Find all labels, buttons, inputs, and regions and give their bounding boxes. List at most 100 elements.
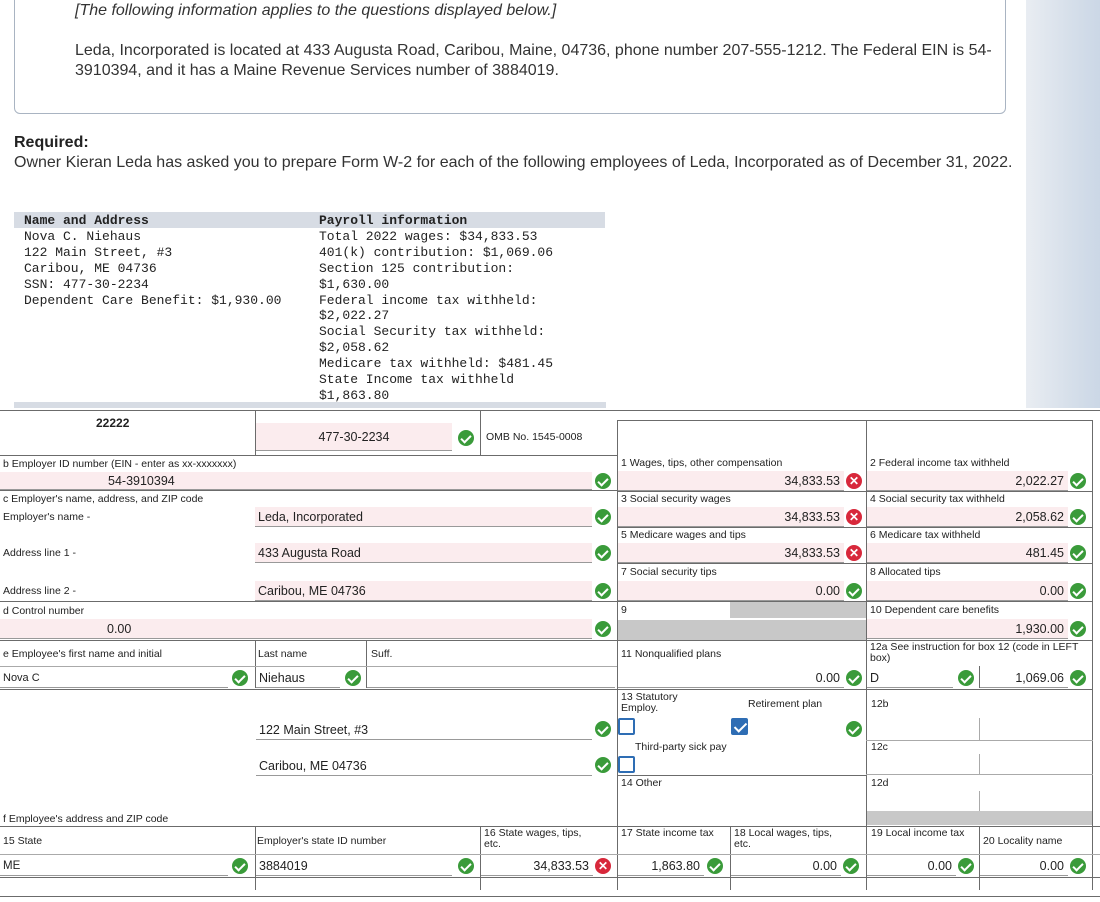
name-line: 122 Main Street, #3	[24, 244, 173, 260]
ssn-field[interactable]: 477-30-2234	[256, 423, 452, 451]
control-number-field[interactable]: 0.00	[0, 619, 592, 639]
box18-field[interactable]: 0.00	[731, 856, 841, 876]
box20-label: 20 Locality name	[983, 835, 1063, 847]
box12a-code-value: D	[870, 670, 880, 685]
divider	[0, 854, 1100, 855]
box12a-code-field[interactable]: D	[867, 668, 953, 688]
incorrect-icon: ✕	[846, 473, 862, 489]
box20-value: 0.00	[1039, 858, 1064, 873]
correct-icon	[958, 858, 974, 874]
divider	[979, 791, 980, 811]
payroll-line: Medicare tax withheld: $481.45	[319, 356, 554, 372]
divider	[0, 490, 617, 491]
statutory-employee-checkbox[interactable]	[618, 718, 635, 735]
box20-field[interactable]: 0.00	[980, 856, 1068, 876]
employee-address1-field[interactable]: 122 Main Street, #3	[256, 720, 592, 740]
box11-field[interactable]: 0.00	[618, 668, 844, 688]
box4-value: 2,058.62	[1015, 509, 1064, 524]
divider	[617, 491, 867, 492]
third-party-sick-pay-checkbox[interactable]	[618, 756, 635, 773]
retirement-plan-checkbox[interactable]	[731, 718, 748, 735]
box17-label: 17 State income tax	[621, 827, 714, 839]
required-text: Owner Kieran Leda has asked you to prepa…	[14, 154, 1013, 171]
employee-address2-value: Caribou, ME 04736	[259, 758, 367, 773]
suffix-field[interactable]	[367, 668, 615, 688]
box10-label: 10 Dependent care benefits	[870, 604, 1000, 616]
box3-value: 34,833.53	[784, 509, 840, 524]
box15-label: 15 State	[3, 835, 43, 847]
name-address-header: Name and Address	[24, 213, 149, 228]
box12a-amount-field[interactable]: 1,069.06	[980, 668, 1068, 688]
divider	[866, 740, 1093, 741]
info-box: [The following information applies to th…	[14, 0, 1006, 114]
first-name-field[interactable]: Nova C	[0, 668, 228, 688]
address-line2-label: Address line 2 -	[3, 585, 76, 597]
payroll-line: Section 125 contribution:	[319, 260, 515, 276]
info-note: [The following information applies to th…	[75, 2, 557, 19]
box19-field[interactable]: 0.00	[867, 856, 956, 876]
company-info: Leda, Incorporated is located at 433 Aug…	[75, 42, 992, 79]
correct-icon	[843, 858, 859, 874]
state-id-field[interactable]: 3884019	[256, 856, 452, 876]
last-name-field[interactable]: Niehaus	[256, 668, 340, 688]
box9-shaded	[730, 602, 866, 618]
address-line2-field[interactable]: Caribou, ME 04736	[255, 581, 592, 601]
box3-field[interactable]: 34,833.53	[618, 507, 844, 527]
ein-field[interactable]: 54-3910394	[0, 472, 592, 490]
box8-field[interactable]: 0.00	[867, 581, 1068, 601]
address-line1-value: 433 Augusta Road	[258, 545, 361, 560]
box17-field[interactable]: 1,863.80	[618, 856, 704, 876]
box4-field[interactable]: 2,058.62	[867, 507, 1068, 527]
box9-shaded	[618, 620, 866, 640]
correct-icon	[707, 858, 723, 874]
state-field[interactable]: ME	[0, 856, 228, 876]
box2-field[interactable]: 2,022.27	[867, 471, 1068, 491]
payroll-line: State Income tax withheld	[319, 372, 515, 388]
box7-field[interactable]: 0.00	[618, 581, 844, 601]
divider	[866, 563, 1093, 564]
box1-field[interactable]: 34,833.53	[618, 471, 844, 491]
box8-value: 0.00	[1039, 583, 1064, 598]
correct-icon	[846, 721, 862, 737]
retirement-plan-label: Retirement plan	[748, 698, 823, 710]
first-name-value: Nova C	[3, 671, 40, 684]
box1-label: 1 Wages, tips, other compensation	[621, 457, 783, 469]
employer-name-field[interactable]: Leda, Incorporated	[255, 507, 592, 527]
incorrect-icon: ✕	[846, 545, 862, 561]
box2-label: 2 Federal income tax withheld	[870, 457, 1010, 469]
box-c-label: c Employer's name, address, and ZIP code	[3, 493, 204, 505]
divider	[617, 420, 1093, 421]
box10-field[interactable]: 1,930.00	[867, 619, 1068, 639]
box16-field[interactable]: 34,833.53	[481, 856, 593, 876]
name-line: Nova C. Niehaus	[24, 228, 142, 244]
address-line2-value: Caribou, ME 04736	[258, 583, 366, 598]
box5-field[interactable]: 34,833.53	[618, 543, 844, 563]
box5-label: 5 Medicare wages and tips	[621, 529, 746, 541]
divider	[866, 601, 1093, 602]
divider	[979, 754, 980, 774]
correct-icon	[345, 670, 361, 686]
last-name-label: Last name	[258, 648, 308, 660]
name-address-column: Name and Address Nova C. Niehaus 122 Mai…	[24, 213, 314, 308]
divider	[617, 775, 867, 776]
divider	[866, 527, 1093, 528]
box8-label: 8 Allocated tips	[870, 566, 941, 578]
divider	[617, 527, 867, 528]
correct-icon	[958, 670, 974, 686]
correct-icon	[595, 721, 611, 737]
page-gutter	[1026, 0, 1100, 412]
divider	[0, 455, 617, 456]
correct-icon	[1070, 670, 1086, 686]
box2-value: 2,022.27	[1015, 473, 1064, 488]
payroll-line: $1,630.00	[319, 276, 390, 292]
box-f-label: f Employee's address and ZIP code	[3, 813, 169, 825]
address-line1-field[interactable]: 433 Augusta Road	[255, 543, 592, 563]
ssn-value: 477-30-2234	[318, 429, 390, 444]
ein-value: 54-3910394	[108, 473, 175, 488]
correct-icon	[595, 509, 611, 525]
box6-field[interactable]: 481.45	[867, 543, 1068, 563]
divider	[866, 491, 1093, 492]
name-line: SSN: 477-30-2234	[24, 276, 149, 292]
employee-address2-field[interactable]: Caribou, ME 04736	[256, 756, 592, 776]
box18-label: 18 Local wages, tips, etc.	[734, 827, 833, 850]
